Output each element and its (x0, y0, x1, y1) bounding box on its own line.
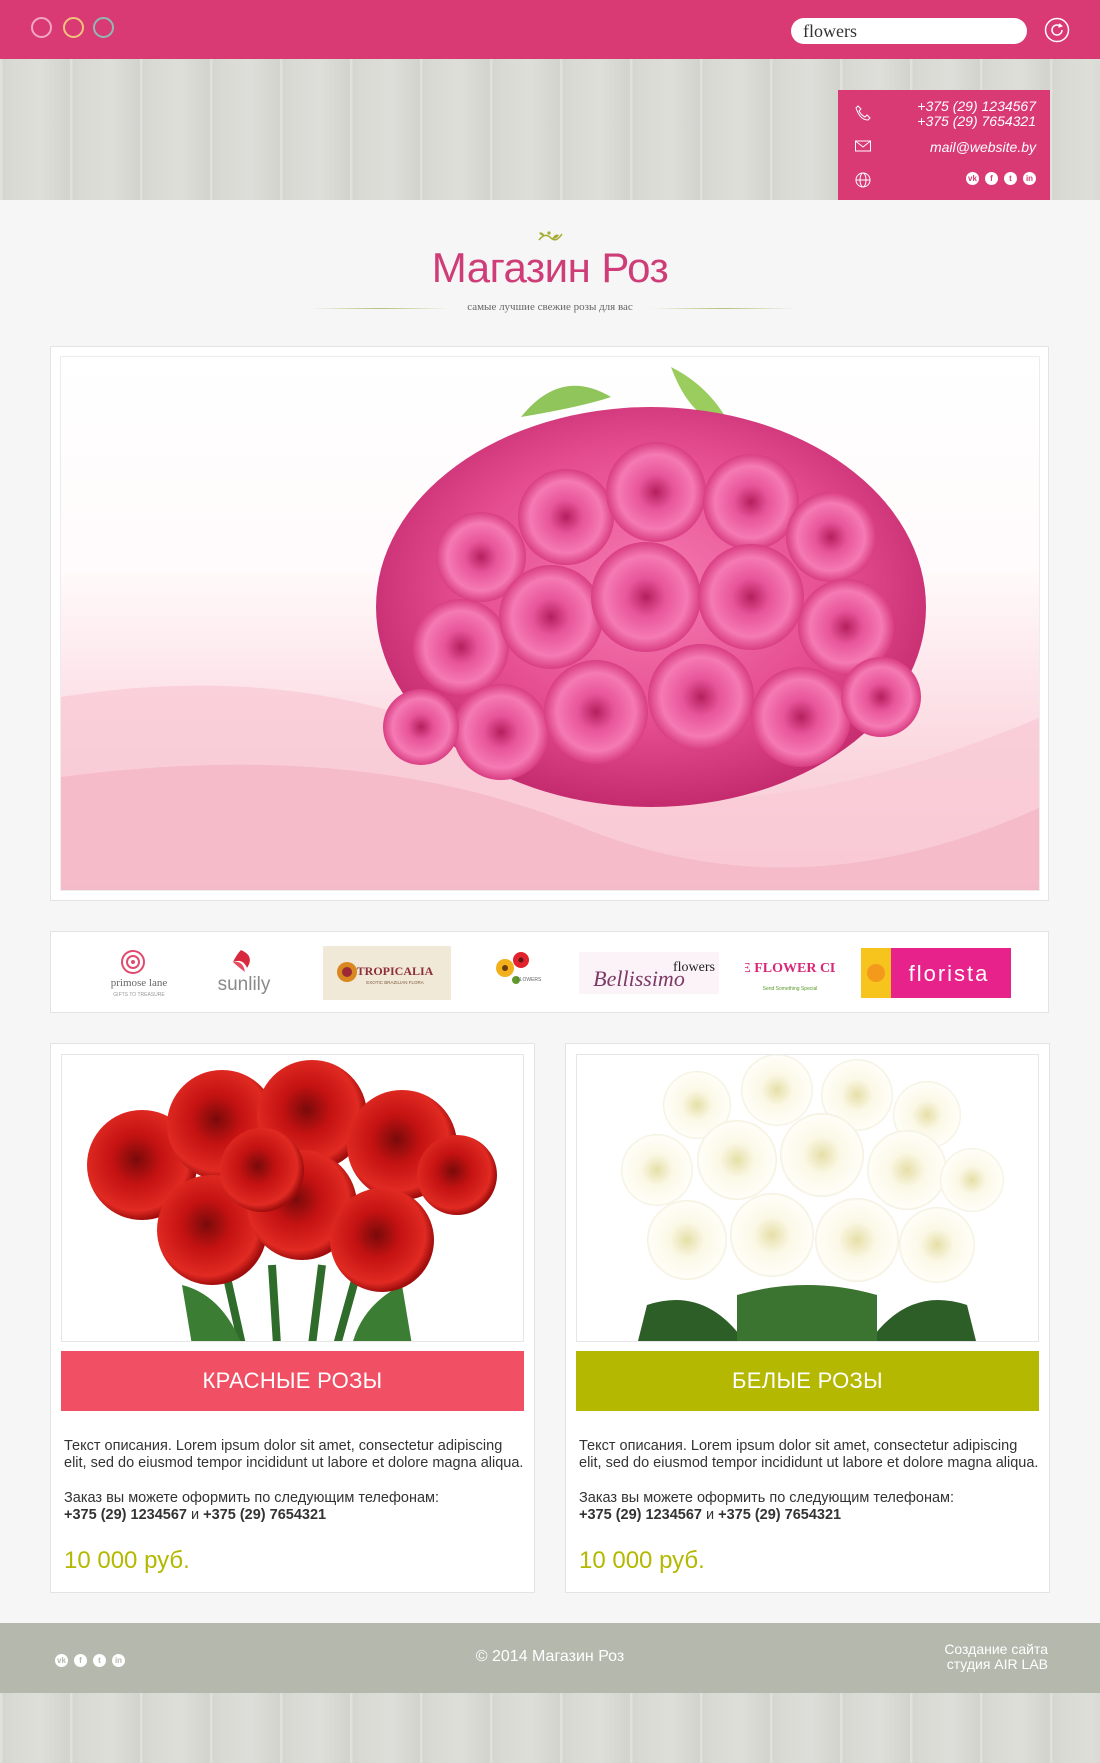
contact-social: vk f t in (960, 170, 1036, 185)
white-roses-image-art (621, 1055, 1004, 1341)
order-label: Заказ вы можете оформить по следующим те… (579, 1490, 955, 1506)
product-description: Текст описания. Lorem ipsum dolor sit am… (579, 1438, 1039, 1471)
brand-name: THE FLOWER CLUB (745, 961, 835, 976)
twitter-icon[interactable]: t (1004, 171, 1017, 185)
flowers-logo: FLOWERS (496, 952, 542, 984)
window-dot-3[interactable] (93, 17, 114, 38)
order-phone-2[interactable]: +375 (29) 7654321 (718, 1507, 841, 1523)
instagram-icon[interactable]: in (1023, 171, 1036, 185)
site-title[interactable]: Магазин Роз (0, 244, 1100, 292)
product-price: 10 000 руб. (64, 1547, 190, 1574)
brand-florista[interactable]: florista (861, 946, 1011, 1000)
white-roses-button[interactable]: БЕЛЫЕ РОЗЫ (576, 1351, 1039, 1411)
top-bar (0, 0, 1100, 59)
contact-box: +375 (29) 1234567 +375 (29) 7654321 mail… (838, 90, 1050, 200)
bellissimo-logo: Bellissimo flowers (579, 952, 719, 994)
brand-name: sunlily (218, 974, 271, 995)
product-description: Текст описания. Lorem ipsum dolor sit am… (64, 1438, 524, 1471)
site-subtitle: самые лучшие свежие розы для вас (0, 301, 1100, 313)
product-card-white: БЕЛЫЕ РОЗЫ Текст описания. Lorem ipsum d… (565, 1043, 1050, 1593)
product-card-red: КРАСНЫЕ РОЗЫ Текст описания. Lorem ipsum… (50, 1043, 535, 1593)
hero-banner (50, 346, 1049, 901)
brand-primose-lane[interactable]: primose lane GIFTS TO TREASURE (99, 946, 179, 1000)
order-and: и (186, 1507, 204, 1523)
refresh-icon[interactable] (1044, 17, 1070, 43)
florista-logo: florista (861, 948, 1011, 998)
brand-name: florista (909, 961, 990, 986)
order-and: и (701, 1507, 719, 1523)
white-roses-image[interactable] (576, 1054, 1039, 1342)
studio-line-1: Создание сайта (944, 1641, 1048, 1657)
globe-icon (855, 172, 871, 188)
brand-tagline: GIFTS TO TREASURE (113, 992, 165, 998)
brand-tagline: EXOTIC BRAZILIAN FLORA (366, 980, 424, 985)
brand-flower-club[interactable]: THE FLOWER CLUB Send Something Special (721, 946, 859, 1000)
window-dot-1[interactable] (31, 17, 52, 38)
product-price: 10 000 руб. (579, 1547, 705, 1574)
pink-rose-bouquet-image (61, 367, 1039, 890)
brand-tagline: Send Something Special (763, 986, 818, 992)
hero-image-roses (60, 356, 1040, 891)
order-phone-1[interactable]: +375 (29) 1234567 (64, 1507, 187, 1523)
brand-name: FLOWERS (517, 977, 542, 983)
tropicalia-logo: TROPICALIA EXOTIC BRAZILIAN FLORA (337, 962, 434, 985)
brand-name: primose lane (111, 977, 168, 989)
sunlily-logo: sunlily (218, 950, 271, 995)
copyright: © 2014 Магазин Роз (475, 1648, 625, 1665)
mail-icon (855, 140, 871, 152)
brand-tropicalia[interactable]: TROPICALIA EXOTIC BRAZILIAN FLORA (323, 946, 451, 1000)
partner-logos: primose lane GIFTS TO TREASURE sunlily T… (50, 931, 1049, 1013)
footer: vk f t in © 2014 Магазин Роз Создание сайта… (0, 1623, 1100, 1693)
contact-phone-1[interactable]: +375 (29) 1234567 (917, 99, 1036, 114)
search-input[interactable] (791, 18, 1027, 44)
order-phone-2[interactable]: +375 (29) 7654321 (203, 1507, 326, 1523)
brand-bellissimo[interactable]: Bellissimo flowers (579, 946, 719, 1000)
facebook-icon[interactable]: f (985, 171, 998, 185)
contact-phone-2[interactable]: +375 (29) 7654321 (917, 114, 1036, 129)
order-info: Заказ вы можете оформить по следующим те… (579, 1490, 1039, 1524)
brand-name: Bellissimo (593, 966, 685, 991)
studio-credit[interactable]: Создание сайта студия AIR LAB (944, 1642, 1048, 1672)
brand-flowers[interactable]: FLOWERS (481, 946, 551, 1000)
red-roses-button[interactable]: КРАСНЫЕ РОЗЫ (61, 1351, 524, 1411)
window-dot-2[interactable] (63, 17, 84, 38)
primose-lane-logo: primose lane GIFTS TO TREASURE (111, 950, 168, 998)
brand-name: TROPICALIA (357, 964, 434, 978)
phone-icon (855, 105, 871, 121)
order-phone-1[interactable]: +375 (29) 1234567 (579, 1507, 702, 1523)
brand-extra: flowers (673, 960, 715, 975)
order-info: Заказ вы можете оформить по следующим те… (64, 1490, 524, 1524)
contact-email[interactable]: mail@website.by (930, 140, 1036, 155)
flower-club-logo: THE FLOWER CLUB Send Something Special (721, 961, 859, 992)
vk-icon[interactable]: vk (966, 171, 979, 185)
red-roses-image[interactable] (61, 1054, 524, 1342)
brand-sunlily[interactable]: sunlily (211, 946, 281, 1000)
studio-line-2: студия AIR LAB (946, 1656, 1048, 1672)
order-label: Заказ вы можете оформить по следующим те… (64, 1490, 440, 1506)
red-roses-image-art (87, 1060, 497, 1341)
